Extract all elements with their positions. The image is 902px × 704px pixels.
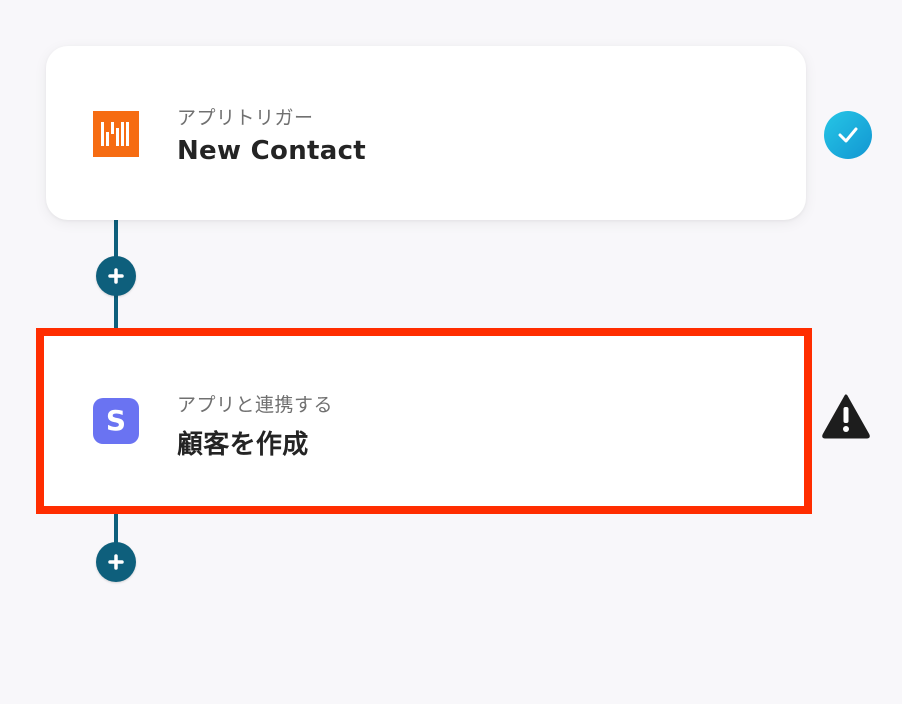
step-title: 顧客を作成 <box>177 430 309 460</box>
step-type-label: アプリトリガー <box>177 107 314 129</box>
warning-triangle-icon <box>821 393 871 439</box>
add-step-button[interactable] <box>96 542 136 582</box>
plus-icon <box>108 268 124 284</box>
action-step-card[interactable]: S アプリと連携する 顧客を作成 <box>36 328 812 514</box>
stripe-logo-icon: S <box>93 398 139 444</box>
trigger-step-card[interactable]: アプリトリガー New Contact <box>46 46 806 220</box>
step-type-label: アプリと連携する <box>177 394 334 416</box>
step-title: New Contact <box>177 136 367 166</box>
plus-icon <box>108 554 124 570</box>
check-circle-icon <box>824 111 872 159</box>
stripe-letter: S <box>105 404 127 437</box>
highlevel-logo-icon <box>93 111 139 157</box>
add-step-button[interactable] <box>96 256 136 296</box>
